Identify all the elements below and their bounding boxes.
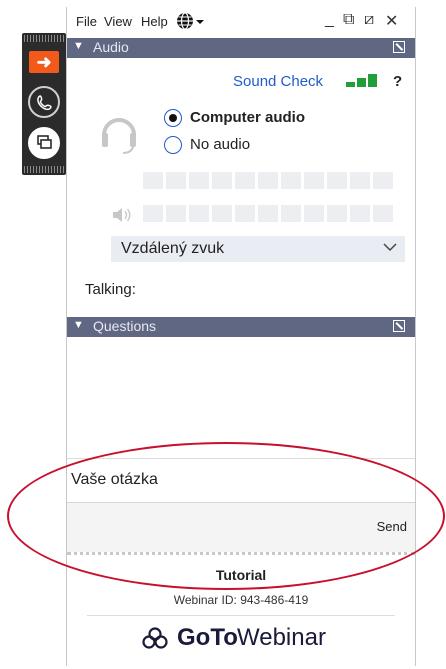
gotowebinar-flower-icon <box>142 627 168 649</box>
globe-icon[interactable] <box>175 11 205 36</box>
strip-grip-bottom[interactable] <box>24 166 64 173</box>
audio-section-header[interactable]: ▼ Audio <box>67 38 415 58</box>
speaker-icon <box>111 207 133 228</box>
control-strip: ➜ <box>22 33 66 175</box>
footer-divider <box>87 615 395 616</box>
restore-button[interactable]: ⧉ <box>343 11 354 29</box>
speaker-select[interactable]: Vzdálený zvuk <box>111 236 405 262</box>
mic-level-meter <box>143 172 396 189</box>
brand-goto: GoTo <box>177 624 238 651</box>
collapse-triangle-icon[interactable]: ▼ <box>73 319 84 331</box>
control-panel: File View Help _ ⧉ ⧄ ✕ ▼ Audio Sound Che… <box>66 7 416 669</box>
audio-section-title: Audio <box>93 39 129 55</box>
audio-panel: Sound Check ? Computer audio No audio Vz… <box>67 58 415 321</box>
no-audio-radio[interactable] <box>164 136 182 154</box>
menu-file[interactable]: File <box>76 14 97 29</box>
menu-help[interactable]: Help <box>141 14 168 29</box>
sound-check-link[interactable]: Sound Check <box>233 73 323 90</box>
screens-icon[interactable] <box>28 127 60 159</box>
phone-icon[interactable] <box>28 86 60 118</box>
popout-icon[interactable] <box>393 320 405 332</box>
minimize-button[interactable]: _ <box>325 11 334 29</box>
computer-audio-label[interactable]: Computer audio <box>190 109 305 126</box>
question-input[interactable]: Vaše otázka <box>67 458 415 503</box>
no-audio-label[interactable]: No audio <box>190 136 250 153</box>
speaker-select-value: Vzdálený zvuk <box>121 240 225 257</box>
brand-webinar: Webinar <box>237 624 326 651</box>
questions-section-header[interactable]: ▼ Questions <box>67 317 415 337</box>
speaker-level-meter <box>143 205 396 222</box>
menu-bar: File View Help _ ⧉ ⧄ ✕ <box>67 7 415 37</box>
popout-icon[interactable] <box>393 41 405 53</box>
collapse-triangle-icon[interactable]: ▼ <box>73 40 84 52</box>
webinar-title: Tutorial <box>215 567 267 583</box>
chevron-down-icon <box>383 240 397 259</box>
popout-button[interactable]: ⧄ <box>364 11 374 29</box>
webinar-id: Webinar ID: 943-486-419 <box>173 593 309 607</box>
question-toolbar: Send <box>67 502 415 553</box>
questions-section-title: Questions <box>93 318 157 334</box>
talking-label: Talking: <box>85 281 136 298</box>
arrow-right-icon[interactable]: ➜ <box>29 51 59 73</box>
computer-audio-radio[interactable] <box>164 109 182 127</box>
menu-view[interactable]: View <box>104 14 132 29</box>
strip-grip-top[interactable] <box>24 35 64 42</box>
question-input-placeholder: Vaše otázka <box>71 471 158 488</box>
webinar-footer: Tutorial Webinar ID: 943-486-419 GoTo We… <box>67 552 415 669</box>
audio-help-button[interactable]: ? <box>393 73 402 90</box>
signal-meter-icon <box>346 74 380 93</box>
headset-icon <box>99 111 139 160</box>
close-button[interactable]: ✕ <box>385 11 398 31</box>
questions-log <box>67 347 415 460</box>
send-button[interactable]: Send <box>377 519 407 534</box>
